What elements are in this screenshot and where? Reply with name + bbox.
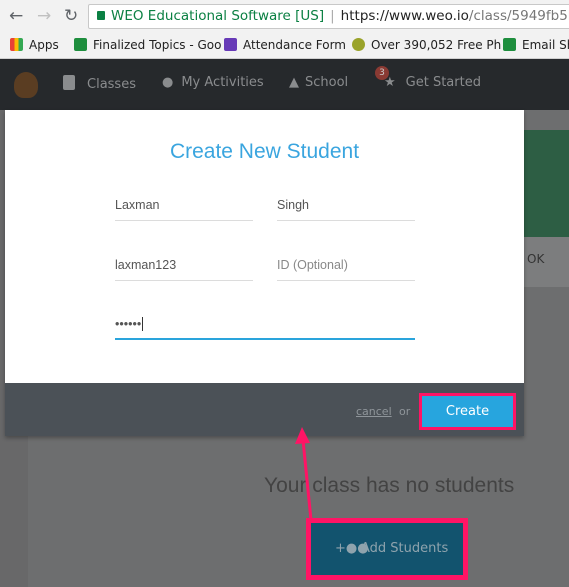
annotation-arrow xyxy=(295,427,313,521)
arrow-line xyxy=(301,439,313,521)
arrow-head xyxy=(295,427,310,444)
